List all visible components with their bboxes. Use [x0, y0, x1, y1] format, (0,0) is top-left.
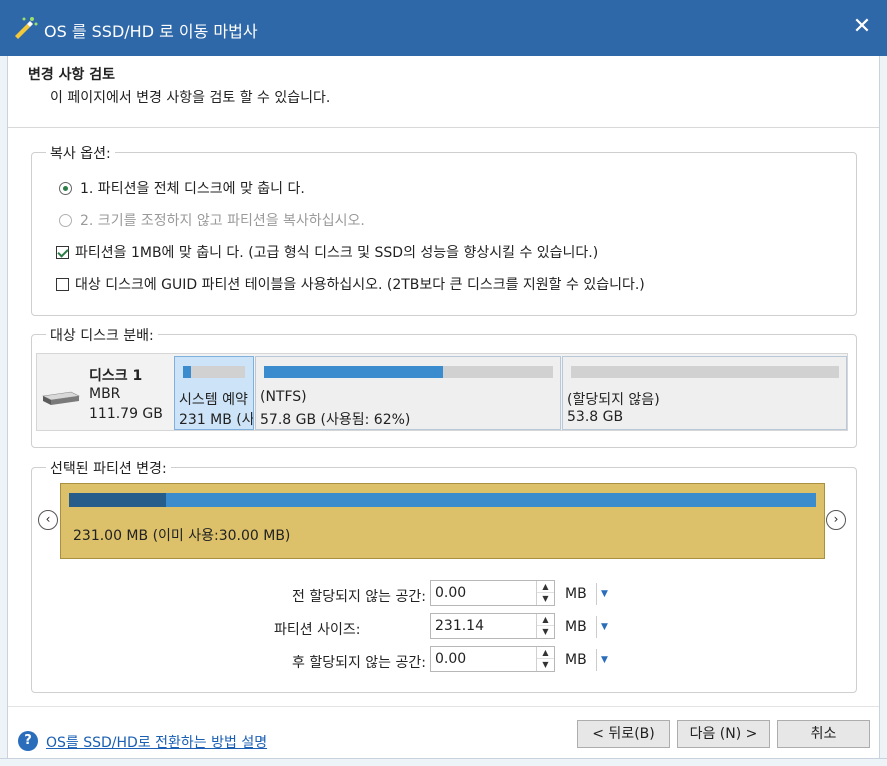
spinner: ▲ ▼ — [536, 647, 554, 671]
partition-size: 57.8 GB (사용됨: 62%) — [260, 412, 411, 428]
checkbox-use-gpt-label: 대상 디스크에 GUID 파티션 테이블을 사용하십시오. (2TB보다 큰 디… — [75, 277, 645, 293]
partition-usage-bar — [264, 366, 553, 378]
radio-button[interactable] — [59, 214, 72, 227]
partition-size: 53.8 GB — [567, 409, 624, 425]
checkbox-use-gpt[interactable]: 대상 디스크에 GUID 파티션 테이블을 사용하십시오. (2TB보다 큰 디… — [56, 274, 645, 294]
unit-label: MB — [565, 619, 587, 635]
cancel-button[interactable]: 취소 — [777, 720, 870, 748]
spinner: ▲ ▼ — [536, 581, 554, 605]
radio-copy-without-resize-label: 2. 크기를 조정하지 않고 파티션을 복사하십시오. — [80, 213, 365, 229]
unallocated-before-input[interactable]: 0.00 ▲ ▼ — [430, 580, 555, 606]
close-icon[interactable]: ✕ — [849, 12, 875, 42]
back-button[interactable]: < 뒤로(B) — [577, 720, 670, 748]
help-link[interactable]: OS를 SSD/HD로 전환하는 방법 설명 — [46, 732, 267, 752]
partition-unallocated[interactable]: (할당되지 않음) 53.8 GB — [562, 356, 847, 430]
disk-size: 111.79 GB — [89, 406, 163, 422]
target-disk-legend: 대상 디스크 분배: — [46, 325, 158, 345]
unit-dropdown-icon[interactable]: ▼ — [596, 649, 612, 671]
partition-resize-bar[interactable]: 231.00 MB (이미 사용:30.00 MB) — [60, 483, 825, 559]
title-bar: OS 를 SSD/HD 로 이동 마법사 ✕ — [0, 0, 887, 56]
window-edge-left — [0, 56, 8, 766]
checkbox-checked[interactable] — [56, 246, 69, 259]
spin-down-button[interactable]: ▼ — [537, 659, 554, 671]
page-subtitle: 이 페이지에서 변경 사항을 검토 할 수 있습니다. — [50, 90, 331, 106]
unallocated-after-input[interactable]: 0.00 ▲ ▼ — [430, 646, 555, 672]
resize-track — [69, 493, 816, 507]
checkbox-align-1mb[interactable]: 파티션을 1MB에 맞 춥니 다. (고급 형식 디스크 및 SSD의 성능을 … — [56, 242, 598, 262]
disk-type: MBR — [89, 386, 121, 402]
checkbox-unchecked[interactable] — [56, 278, 69, 291]
window-title: OS 를 SSD/HD 로 이동 마법사 — [44, 22, 258, 41]
unallocated-before-label: 전 할당되지 않는 공간: — [292, 589, 426, 605]
spinner: ▲ ▼ — [536, 614, 554, 638]
window-edge-right — [879, 56, 887, 766]
unit-dropdown-icon[interactable]: ▼ — [596, 583, 612, 605]
footer-divider — [8, 706, 879, 707]
unallocated-after-label: 후 할당되지 않는 공간: — [292, 655, 426, 671]
selected-partition-legend: 선택된 파티션 변경: — [46, 458, 171, 478]
copy-options-legend: 복사 옵션: — [46, 143, 115, 163]
partition-size-input[interactable]: 231.14 ▲ ▼ — [430, 613, 555, 639]
spin-down-button[interactable]: ▼ — [537, 626, 554, 638]
radio-button-selected[interactable] — [59, 182, 72, 195]
unit-label: MB — [565, 652, 587, 668]
wizard-icon — [15, 17, 38, 39]
spin-up-button[interactable]: ▲ — [537, 614, 554, 626]
resize-used-fill — [69, 493, 167, 507]
spin-up-button[interactable]: ▲ — [537, 581, 554, 593]
disk-info[interactable]: 디스크 1 MBR 111.79 GB — [37, 354, 174, 430]
partition-usage-fill — [183, 366, 192, 378]
radio-copy-without-resize[interactable]: 2. 크기를 조정하지 않고 파티션을 복사하십시오. — [59, 210, 365, 230]
resize-bar-label: 231.00 MB (이미 사용:30.00 MB) — [73, 528, 291, 544]
hard-disk-icon — [42, 391, 80, 405]
partition-ntfs[interactable]: (NTFS) 57.8 GB (사용됨: 62%) — [255, 356, 561, 430]
unit-dropdown-icon[interactable]: ▼ — [596, 616, 612, 638]
previous-partition-button[interactable]: ‹ — [38, 510, 58, 530]
partition-usage-fill — [264, 366, 444, 378]
spin-value: 0.00 — [435, 585, 467, 601]
partition-usage-bar — [183, 366, 245, 378]
disk-name: 디스크 1 — [89, 368, 143, 384]
page-title: 변경 사항 검토 — [28, 67, 116, 83]
partition-system-reserved[interactable]: 시스템 예약 231 MB (사용 — [174, 356, 254, 430]
checkbox-align-1mb-label: 파티션을 1MB에 맞 춥니 다. (고급 형식 디스크 및 SSD의 성능을 … — [75, 245, 599, 261]
partition-usage-bar — [571, 366, 839, 378]
spin-down-button[interactable]: ▼ — [537, 593, 554, 605]
next-partition-button[interactable]: › — [826, 510, 846, 530]
spin-value: 231.14 — [435, 618, 484, 634]
spin-value: 0.00 — [435, 651, 467, 667]
partition-size-label: 파티션 사이즈: — [274, 622, 361, 638]
window-edge-bottom — [0, 758, 887, 766]
radio-fit-whole-disk-label: 1. 파티션을 전체 디스크에 맞 춥니 다. — [80, 181, 305, 197]
next-button[interactable]: 다음 (N) > — [677, 720, 770, 748]
radio-fit-whole-disk[interactable]: 1. 파티션을 전체 디스크에 맞 춥니 다. — [59, 178, 305, 198]
help-icon[interactable]: ? — [18, 731, 38, 751]
spin-up-button[interactable]: ▲ — [537, 647, 554, 659]
partition-size: 231 MB (사용 — [179, 412, 254, 428]
unit-label: MB — [565, 586, 587, 602]
partition-label: (NTFS) — [260, 389, 307, 405]
disk-map: 디스크 1 MBR 111.79 GB 시스템 예약 231 MB (사용 (N… — [36, 353, 848, 431]
wizard-header: 변경 사항 검토 이 페이지에서 변경 사항을 검토 할 수 있습니다. — [8, 56, 879, 128]
partition-label: 시스템 예약 — [179, 392, 248, 408]
partition-label: (할당되지 않음) — [567, 392, 660, 408]
